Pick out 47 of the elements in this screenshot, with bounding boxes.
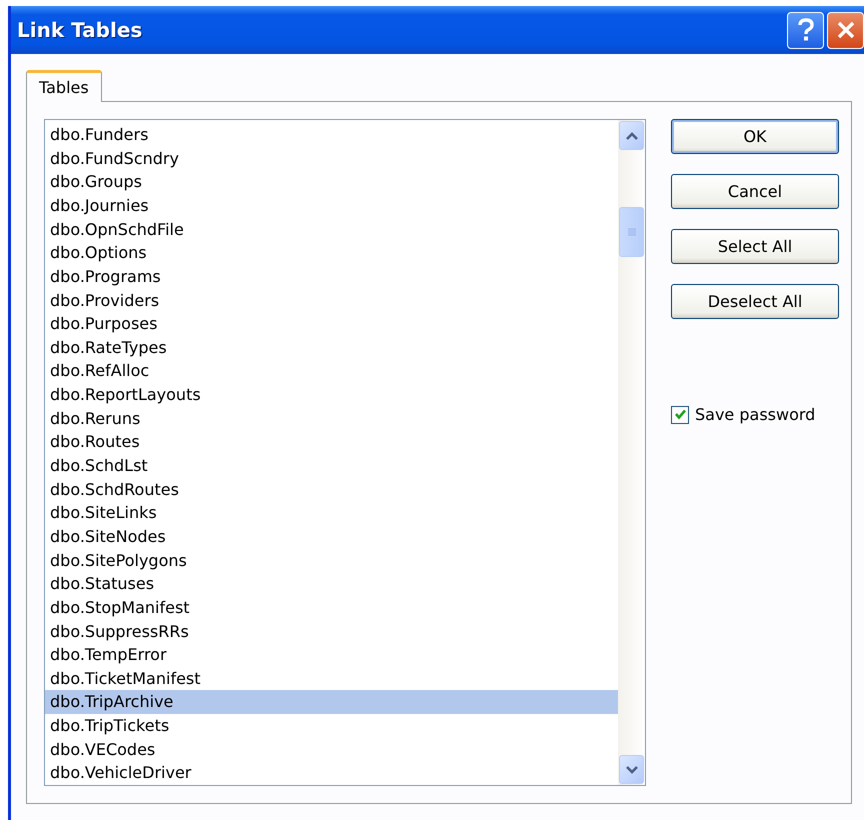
checkbox-label: Save password (695, 405, 816, 424)
list-item[interactable]: dbo.StopManifest (45, 596, 618, 620)
list-item[interactable]: dbo.TripTickets (45, 714, 618, 738)
list-item[interactable]: dbo.SiteLinks (45, 501, 618, 525)
list-item[interactable]: dbo.Groups (45, 170, 618, 194)
list-item[interactable]: dbo.SchdLst (45, 454, 618, 478)
list-item[interactable]: dbo.Statuses (45, 572, 618, 596)
list-item[interactable]: dbo.Providers (45, 288, 618, 312)
checkbox[interactable] (671, 406, 689, 424)
list-item[interactable]: dbo.TempError (45, 643, 618, 667)
dialog-button[interactable]: OK (671, 119, 839, 154)
save-password-checkbox[interactable]: Save password (671, 405, 839, 424)
list-item[interactable]: dbo.OpnSchdFile (45, 218, 618, 242)
list-item[interactable]: dbo.ReportLayouts (45, 383, 618, 407)
list-item[interactable]: dbo.Funders (45, 123, 618, 147)
window-title: Link Tables (17, 18, 142, 42)
dialog-button[interactable]: Select All (671, 229, 839, 264)
list-item[interactable]: dbo.FundScndry (45, 146, 618, 170)
grip-icon (626, 227, 636, 238)
list-item[interactable]: dbo.SuppressRRs (45, 620, 618, 644)
list-item[interactable]: dbo.SiteNodes (45, 524, 618, 549)
list-item[interactable]: dbo.RateTypes (45, 336, 618, 360)
list-item[interactable]: dbo.SchdRoutes (45, 478, 618, 502)
dialog-button[interactable]: Cancel (671, 174, 839, 210)
list-item[interactable]: dbo.SitePolygons (45, 548, 618, 572)
list-item[interactable]: dbo.VECodes (45, 738, 618, 762)
list-item[interactable]: dbo.Routes (45, 430, 618, 454)
check-icon (674, 408, 686, 422)
list-item[interactable]: dbo.Purposes (45, 312, 618, 336)
list-item[interactable]: dbo.VehicleDriver (45, 761, 618, 785)
list-item[interactable]: dbo.Journies (45, 194, 618, 218)
scroll-thumb[interactable] (619, 207, 644, 258)
list-item[interactable]: dbo.Options (45, 241, 618, 265)
list-item[interactable]: dbo.Programs (45, 264, 618, 289)
scrollbar[interactable] (618, 120, 645, 785)
list-item[interactable]: dbo.TripArchive (45, 690, 618, 714)
tab[interactable]: Tables (26, 70, 102, 102)
list-item[interactable]: dbo.RefAlloc (45, 359, 618, 384)
help-button[interactable] (787, 12, 824, 49)
list-item[interactable]: dbo.Reruns (45, 406, 618, 430)
chevron-down-icon (626, 766, 638, 774)
scroll-up-button[interactable] (619, 121, 644, 150)
scroll-down-button[interactable] (619, 755, 644, 784)
dialog-button[interactable]: Deselect All (671, 284, 839, 320)
close-button[interactable] (827, 12, 864, 49)
list-item[interactable]: dbo.TicketManifest (45, 666, 618, 690)
chevron-up-icon (626, 132, 638, 140)
